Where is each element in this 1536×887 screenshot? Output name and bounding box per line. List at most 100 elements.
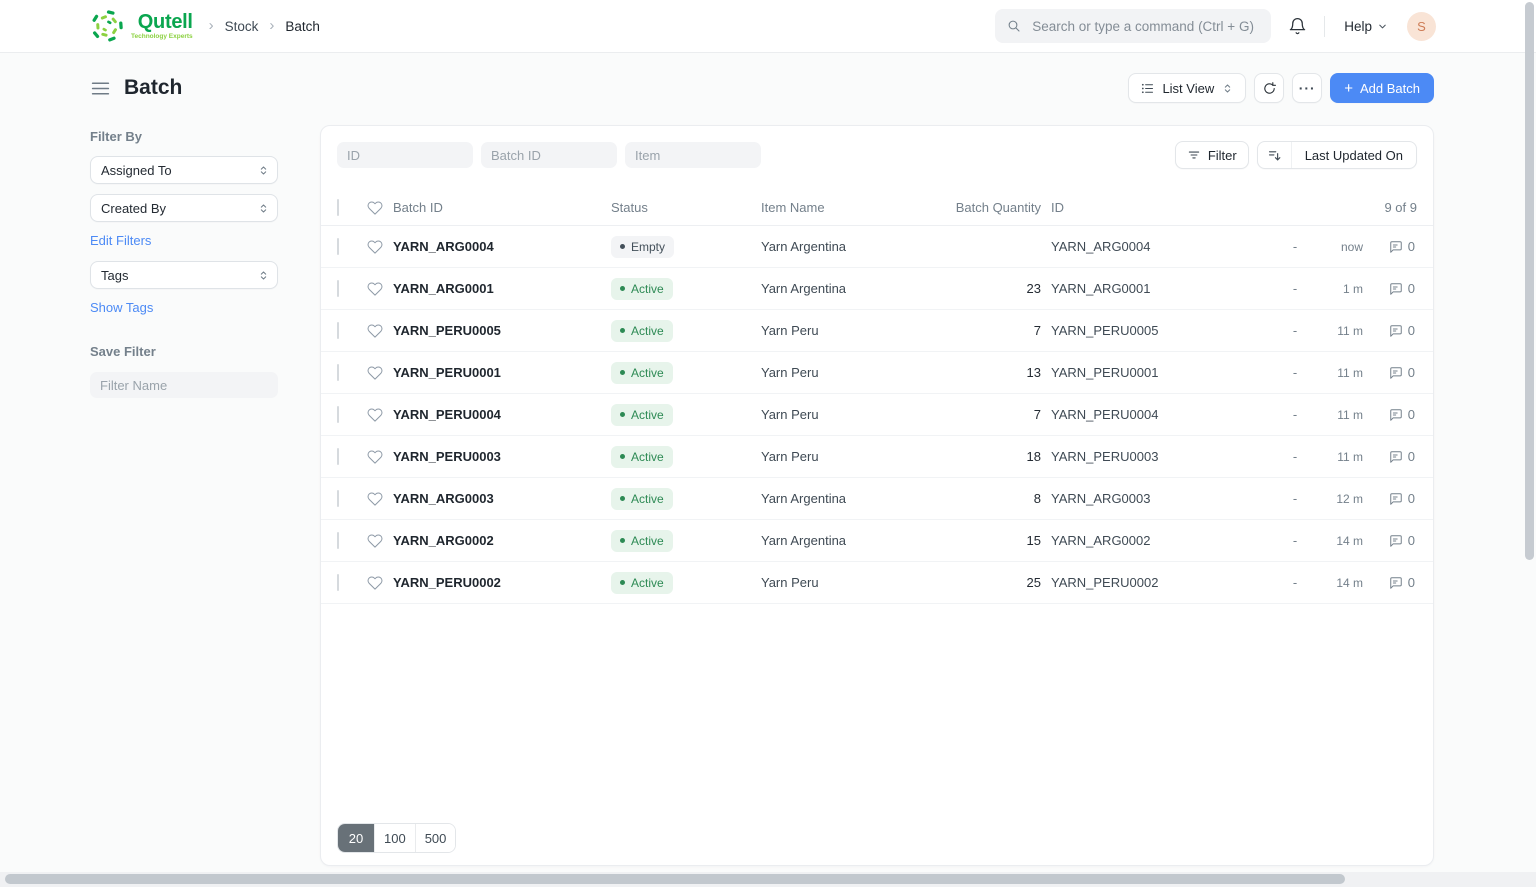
favorite-icon[interactable] xyxy=(367,449,393,465)
comment-count[interactable]: 0 xyxy=(1363,281,1417,296)
batch-quantity: 23 xyxy=(1026,281,1041,296)
row-id: YARN_ARG0004 xyxy=(1051,239,1151,254)
select-all-checkbox[interactable] xyxy=(337,199,339,216)
show-tags-link[interactable]: Show Tags xyxy=(90,300,153,315)
status-dot-icon xyxy=(620,580,625,585)
edit-filters-link[interactable]: Edit Filters xyxy=(90,233,151,248)
filter-item-input[interactable] xyxy=(625,142,761,168)
menu-icon[interactable] xyxy=(90,78,111,99)
comment-count[interactable]: 0 xyxy=(1363,365,1417,380)
row-checkbox[interactable] xyxy=(337,238,339,255)
created-by-select[interactable]: Created By xyxy=(90,194,278,222)
breadcrumb: › Stock › Batch xyxy=(208,16,320,34)
breadcrumb-stock[interactable]: Stock xyxy=(225,19,259,34)
favorite-icon[interactable] xyxy=(367,323,393,339)
favorite-icon[interactable] xyxy=(367,281,393,297)
brand-name: Qutell xyxy=(137,10,193,33)
page-size-500[interactable]: 500 xyxy=(415,824,456,852)
refresh-button[interactable] xyxy=(1254,73,1285,103)
favorite-icon[interactable] xyxy=(367,491,393,507)
comment-count-value: 0 xyxy=(1407,449,1415,464)
filter-button-label: Filter xyxy=(1207,147,1237,163)
filter-id-input[interactable] xyxy=(337,142,473,168)
assigned-to-select[interactable]: Assigned To xyxy=(90,156,278,184)
table-row[interactable]: YARN_PERU0005 Active Yarn Peru 7 YARN_PE… xyxy=(321,310,1433,352)
table-row[interactable]: YARN_ARG0003 Active Yarn Argentina 8 YAR… xyxy=(321,478,1433,520)
batch-id-link[interactable]: YARN_PERU0004 xyxy=(393,407,501,422)
batch-id-link[interactable]: YARN_PERU0003 xyxy=(393,449,501,464)
row-checkbox[interactable] xyxy=(337,490,339,507)
vertical-scrollbar-thumb[interactable] xyxy=(1525,2,1534,560)
row-checkbox[interactable] xyxy=(337,364,339,381)
page-size-100[interactable]: 100 xyxy=(375,824,416,852)
batch-id-link[interactable]: YARN_PERU0001 xyxy=(393,365,501,380)
favorite-icon[interactable] xyxy=(367,365,393,381)
batch-id-link[interactable]: YARN_ARG0002 xyxy=(393,533,494,548)
tags-select[interactable]: Tags xyxy=(90,261,278,289)
favorite-icon[interactable] xyxy=(367,575,393,591)
more-actions-button[interactable]: ··· xyxy=(1292,73,1323,103)
row-checkbox[interactable] xyxy=(337,532,339,549)
search-input[interactable] xyxy=(1030,17,1261,35)
row-checkbox[interactable] xyxy=(337,448,339,465)
table-row[interactable]: YARN_PERU0003 Active Yarn Peru 18 YARN_P… xyxy=(321,436,1433,478)
status-dot-icon xyxy=(620,244,625,249)
table-row[interactable]: YARN_ARG0001 Active Yarn Argentina 23 YA… xyxy=(321,268,1433,310)
comment-count-value: 0 xyxy=(1407,407,1415,422)
batch-id-link[interactable]: YARN_ARG0004 xyxy=(393,239,494,254)
col-item-name[interactable]: Item Name xyxy=(761,200,941,215)
global-search[interactable] xyxy=(995,9,1272,43)
user-avatar[interactable]: S xyxy=(1407,11,1436,41)
table-row[interactable]: YARN_PERU0004 Active Yarn Peru 7 YARN_PE… xyxy=(321,394,1433,436)
table-row[interactable]: YARN_PERU0001 Active Yarn Peru 13 YARN_P… xyxy=(321,352,1433,394)
brand-logo[interactable]: Qutell Technology Experts xyxy=(90,8,193,44)
page-size-20[interactable]: 20 xyxy=(338,824,375,852)
table-row[interactable]: YARN_ARG0004 Empty Yarn Argentina YARN_A… xyxy=(321,226,1433,268)
row-checkbox[interactable] xyxy=(337,406,339,423)
batch-quantity: 8 xyxy=(1033,491,1041,506)
comment-count[interactable]: 0 xyxy=(1363,491,1417,506)
row-id: YARN_ARG0003 xyxy=(1051,491,1151,506)
comment-count[interactable]: 0 xyxy=(1363,449,1417,464)
comment-count[interactable]: 0 xyxy=(1363,407,1417,422)
add-batch-button[interactable]: + Add Batch xyxy=(1330,73,1434,103)
batch-id-link[interactable]: YARN_PERU0005 xyxy=(393,323,501,338)
favorite-icon[interactable] xyxy=(367,239,393,255)
filter-batch-id-input[interactable] xyxy=(481,142,617,168)
table-row[interactable]: YARN_ARG0002 Active Yarn Argentina 15 YA… xyxy=(321,520,1433,562)
table-row[interactable]: YARN_PERU0002 Active Yarn Peru 25 YARN_P… xyxy=(321,562,1433,604)
batch-id-link[interactable]: YARN_ARG0003 xyxy=(393,491,494,506)
row-checkbox[interactable] xyxy=(337,322,339,339)
col-id[interactable]: ID xyxy=(1051,200,1064,215)
sort-field-button[interactable]: Last Updated On xyxy=(1292,142,1416,168)
col-batch-quantity[interactable]: Batch Quantity xyxy=(941,200,1041,215)
horizontal-scrollbar-thumb[interactable] xyxy=(5,874,1345,884)
favorite-icon[interactable] xyxy=(367,407,393,423)
row-checkbox[interactable] xyxy=(337,574,339,591)
chevron-right-icon: › xyxy=(208,16,214,34)
col-batch-id[interactable]: Batch ID xyxy=(393,200,611,215)
comment-count[interactable]: 0 xyxy=(1363,533,1417,548)
filter-name-input[interactable] xyxy=(90,372,278,398)
item-name: Yarn Argentina xyxy=(761,239,847,254)
comment-count[interactable]: 0 xyxy=(1363,239,1417,254)
view-selector-button[interactable]: List View xyxy=(1128,73,1247,103)
notifications-button[interactable] xyxy=(1284,13,1311,40)
navbar-divider xyxy=(1324,15,1326,37)
status-text: Active xyxy=(631,491,664,506)
batch-id-link[interactable]: YARN_PERU0002 xyxy=(393,575,501,590)
comment-count[interactable]: 0 xyxy=(1363,575,1417,590)
comment-count[interactable]: 0 xyxy=(1363,323,1417,338)
help-menu[interactable]: Help xyxy=(1338,18,1394,35)
favorite-icon[interactable] xyxy=(367,533,393,549)
page-title-group: Batch xyxy=(90,76,182,100)
item-name: Yarn Peru xyxy=(761,449,819,464)
batch-id-link[interactable]: YARN_ARG0001 xyxy=(393,281,494,296)
col-status[interactable]: Status xyxy=(611,200,761,215)
row-checkbox[interactable] xyxy=(337,280,339,297)
status-badge: Active xyxy=(611,277,673,300)
sort-direction-button[interactable] xyxy=(1258,142,1292,168)
filter-button[interactable]: Filter xyxy=(1174,141,1249,169)
breadcrumb-batch[interactable]: Batch xyxy=(285,19,320,34)
